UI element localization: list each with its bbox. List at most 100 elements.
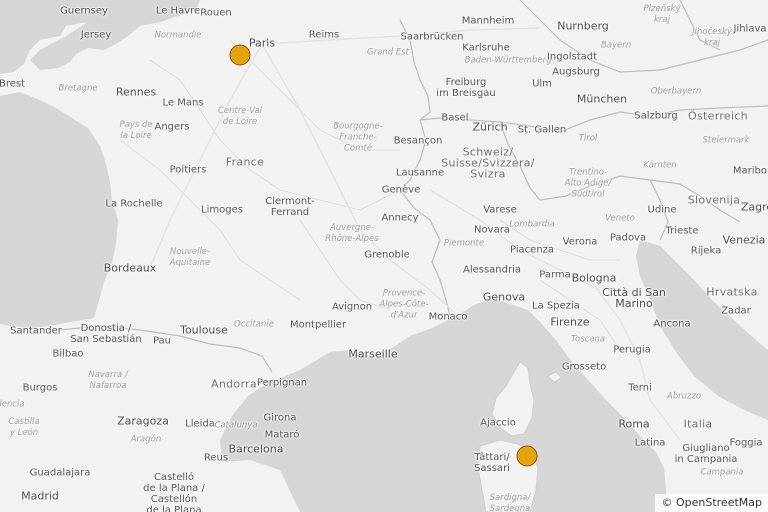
label-monaco: Monaco (428, 311, 468, 323)
label-karnten: Kärnten (643, 160, 677, 171)
label-slovenija: Slovenija (687, 193, 741, 207)
label-roma: Roma (618, 417, 650, 431)
label-catalunya: Catalunya (214, 420, 258, 431)
label-pays-de-la-loire: Pays de la Loire (119, 120, 153, 141)
label-montpellier: Montpellier (289, 319, 347, 331)
label-salzburg: Salzburg (634, 110, 678, 122)
label-jihocesky: Jihočeský kraj (692, 27, 732, 48)
label-jihlava: Jihlava (733, 23, 767, 35)
label-ancona: Ancona (653, 318, 691, 330)
label-castello: Castelló de la Plana / Castellón de la Plan… (143, 472, 205, 512)
label-marseille: Marseille (348, 347, 398, 361)
label-le-mans: Le Mans (162, 97, 204, 109)
label-clermont-ferrand: Clermont- Ferrand (265, 196, 315, 218)
label-rouen: Rouen (200, 7, 232, 19)
label-venezia: Venezia (722, 233, 766, 247)
label-foggia: Foggia (729, 437, 763, 449)
label-nurnberg: Nurnberg (557, 19, 609, 33)
label-karlsruhe: Karlsruhe (462, 42, 510, 54)
label-occitanie: Occitanie (234, 319, 274, 330)
label-varese: Varese (483, 204, 517, 216)
label-alessandria: Alessandria (462, 264, 522, 276)
label-trieste: Trieste (665, 225, 699, 237)
label-la-spezia: La Spezia (532, 300, 580, 312)
label-rennes: Rennes (115, 85, 157, 99)
label-tirol: Tirol (578, 133, 598, 144)
label-poitiers: Poitiers (169, 164, 207, 176)
label-plzensky: Plzeňský kraj (643, 4, 681, 25)
label-novara: Novara (474, 224, 510, 236)
label-mataro: Mataró (264, 429, 300, 441)
label-la-rochelle: La Rochelle (105, 198, 163, 210)
label-verona: Verona (562, 236, 598, 248)
label-tattari: Tàttari/Sassari (474, 452, 510, 474)
label-munchen: München (576, 92, 628, 106)
label-maribor: Maribor (732, 165, 768, 177)
label-bayern: Bayern (600, 40, 632, 51)
label-trentino: Trentino- Alto Adige/Südtirol (564, 167, 612, 200)
label-auvergne: Auvergne- Rhône-Alpes (325, 223, 379, 244)
label-bilbao: Bilbao (52, 348, 84, 360)
label-lausanne: Lausanne (395, 167, 445, 179)
label-jersey: Jersey (80, 29, 112, 41)
label-barcelona: Barcelona (228, 442, 284, 456)
label-madrid: Madrid (21, 489, 59, 503)
sea-mediterranean (220, 298, 668, 512)
label-lleida: Lleida (185, 418, 215, 430)
label-osterreich: Österreich (688, 109, 748, 123)
map-view[interactable]: Guernsey Jersey Le Havre Rouen Paris Rei… (0, 0, 768, 512)
label-grand-est: Grand Est (367, 47, 409, 58)
label-france: France (225, 155, 265, 169)
label-parma: Parma (539, 269, 571, 281)
label-reus: Reus (203, 452, 229, 464)
label-abruzzo: Abruzzo (666, 391, 702, 402)
label-italia: Italia (683, 417, 713, 431)
label-ulm: Ulm (532, 78, 552, 90)
label-donostia: Donostia / San Sebastián (70, 323, 142, 345)
label-perpignan: Perpignan (256, 377, 308, 389)
label-brest: Brest (0, 78, 26, 90)
label-udine: Udine (647, 204, 677, 216)
label-schweiz: Schweiz/Suisse/Svizzera/Svizra (441, 145, 535, 181)
label-bordeaux: Bordeaux (103, 261, 157, 275)
label-le-havre: Le Havre (155, 5, 201, 17)
label-grosseto: Grosseto (561, 361, 607, 373)
label-ingolstadt: Ingolstadt (546, 51, 598, 63)
label-st-gallen: St. Gallen (517, 124, 567, 136)
label-ajaccio: Ajaccio (480, 417, 516, 429)
label-geneve: Genève (381, 184, 421, 196)
label-zurich: Zürich (472, 120, 508, 134)
label-bourgogne: Bourgogne- Franche- Comté (333, 121, 383, 154)
label-citta-san-marino: Città di San Marino (602, 286, 666, 310)
label-besancon: Besançon (393, 135, 443, 147)
label-genova: Genova (482, 290, 526, 304)
attribution[interactable]: © OpenStreetMap (655, 494, 768, 512)
label-guadalajara: Guadalajara (29, 467, 91, 479)
label-hrvatska: Hrvatska (706, 285, 758, 299)
label-terni: Terni (628, 382, 652, 394)
label-aragon: Aragón (130, 434, 162, 445)
label-nouvelle-aquitaine: Nouvelle- Aquitaine (169, 247, 211, 268)
label-andorra: Andorra (211, 377, 257, 391)
label-piemonte: Piemonte (443, 238, 485, 249)
label-oberbayern: Oberbayern (650, 86, 702, 97)
label-zagreb: Zagre (740, 200, 768, 214)
label-reims: Reims (308, 29, 340, 41)
label-mannheim: Mannheim (461, 15, 515, 27)
label-zadar: Zadar (721, 305, 751, 317)
label-angers: Angers (154, 121, 190, 133)
label-centre-val-de-loire: Centre-Val de Loire (217, 106, 263, 127)
label-pau: Pau (152, 335, 172, 347)
label-toscana: Toscana (570, 334, 606, 345)
label-limoges: Limoges (201, 204, 243, 216)
label-castilla: Castilla y León (8, 417, 40, 438)
label-paris: Paris (248, 36, 276, 50)
marker-paris[interactable] (229, 44, 251, 66)
label-bologna: Bologna (571, 271, 617, 285)
label-zaragoza: Zaragoza (117, 414, 169, 428)
label-saarbrucken: Saarbrücken (400, 31, 464, 43)
label-giugliano: Giugliano in Campania (674, 443, 738, 465)
marker-sardinia[interactable] (516, 445, 538, 467)
label-augsburg: Augsburg (552, 66, 600, 78)
label-baden: Baden-Württemberg (464, 55, 552, 66)
